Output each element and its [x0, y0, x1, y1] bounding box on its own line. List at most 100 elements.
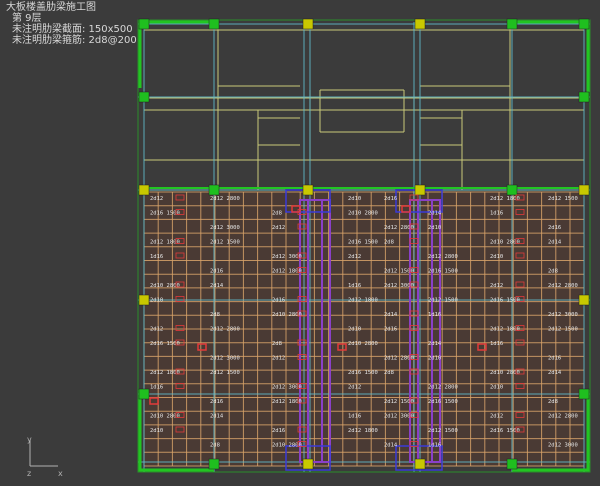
rebar-label: 2d10 2800	[150, 283, 180, 289]
ucs-x-label: x	[58, 469, 63, 478]
rebar-label: 2d12 1800	[348, 298, 378, 304]
rebar-label: 2d14	[384, 443, 398, 449]
floor-plan-drawing[interactable]: 2d12 2d12 2800 2d10 2d16 2d12 1800 2d12 1500 2…	[0, 0, 600, 482]
column-green	[208, 184, 220, 196]
column-yellow	[138, 294, 150, 306]
rebar-label: 1d16	[490, 341, 503, 347]
rebar-label: 2d12 1800	[490, 327, 520, 333]
ucs-icon: y z x	[27, 435, 63, 478]
rebar-label: 2d10	[490, 254, 503, 260]
column-green	[506, 18, 518, 30]
rebar-label: 2d16	[210, 399, 223, 405]
rebar-label: 2d8	[272, 211, 282, 217]
rebar-label: 2d12	[490, 283, 503, 289]
rebar-label: 2d14	[210, 414, 224, 420]
column-green	[138, 388, 150, 400]
column-green	[506, 184, 518, 196]
rebar-label: 2d12	[348, 254, 361, 260]
rebar-label: 2d12	[348, 385, 361, 391]
rebar-label: 2d14	[548, 240, 562, 246]
rebar-label: 1d16	[348, 414, 361, 420]
rebar-label: 2d12 1500	[384, 399, 414, 405]
rebar-label: 2d10	[348, 327, 361, 333]
rebar-label: 2d12 3000	[210, 356, 240, 362]
rebar-label: 1d16	[490, 211, 503, 217]
floor-number: 第 9层	[12, 13, 42, 24]
rebar-label: 2d14	[428, 211, 442, 217]
rebar-label: 2d16	[384, 327, 397, 333]
rebar-label: 1d16	[348, 283, 361, 289]
rebar-label: 2d12 1500	[548, 327, 578, 333]
rebar-label: 2d10 2800	[348, 211, 378, 217]
rebar-label: 2d16	[272, 428, 285, 434]
rebar-label: 2d16	[548, 225, 561, 231]
column-green	[578, 91, 590, 103]
rebar-label: 2d10	[150, 298, 163, 304]
rebar-label: 2d16 1500	[490, 428, 520, 434]
rebar-label: 2d12 3000	[272, 254, 302, 260]
column-green	[208, 458, 220, 470]
column-green	[578, 388, 590, 400]
section-note: 未注明肋梁截面: 150x500	[12, 24, 133, 35]
rebar-label: 2d8	[384, 370, 394, 376]
ucs-z-label: z	[27, 469, 31, 478]
rebar-label: 2d14	[384, 312, 398, 318]
wall-top-left	[138, 20, 214, 88]
rebar-label: 1d16	[428, 443, 441, 449]
rebar-label: 2d8	[210, 443, 220, 449]
rebar-label: 2d10	[428, 225, 441, 231]
rebar-label: 2d16 1500	[348, 240, 378, 246]
rebar-label: 2d16	[272, 298, 285, 304]
rebar-label: 2d12 2800	[210, 196, 240, 202]
rebar-label: 2d10	[428, 356, 441, 362]
column-yellow	[302, 184, 314, 196]
column-green	[578, 18, 590, 30]
rebar-label: 2d12	[150, 196, 163, 202]
rebar-label: 2d12 2800	[210, 327, 240, 333]
rebar-label: 2d12 1800	[272, 399, 302, 405]
rebar-label: 2d12 1800	[490, 196, 520, 202]
ucs-y-label: y	[27, 435, 32, 444]
rebar-label: 2d16 1500	[150, 211, 180, 217]
rebar-label: 2d12 1500	[428, 298, 458, 304]
rebar-label: 2d12 1500	[548, 196, 578, 202]
column-yellow	[302, 18, 314, 30]
rebar-note: 未注明肋梁箍筋: 2d8@200	[12, 35, 137, 46]
cad-viewport[interactable]: 2d12 2d12 2800 2d10 2d16 2d12 1800 2d12 1500 2…	[0, 0, 600, 482]
rebar-label: 2d12 1500	[210, 240, 240, 246]
column-yellow	[138, 184, 150, 196]
rebar-label: 2d16 1500	[428, 269, 458, 275]
rebar-label: 2d12	[150, 327, 163, 333]
column-yellow	[302, 458, 314, 470]
rebar-label: 2d12 1800	[150, 240, 180, 246]
rebar-label: 2d16	[548, 356, 561, 362]
rebar-label: 2d12 3000	[548, 443, 578, 449]
rebar-label: 2d10 2800	[150, 414, 180, 420]
rebar-label: 2d12	[272, 356, 285, 362]
rebar-label: 2d16 1500	[428, 399, 458, 405]
rebar-label: 2d14	[548, 370, 562, 376]
column-yellow	[578, 294, 590, 306]
rebar-label: 2d16	[384, 196, 397, 202]
rebar-label: 2d8	[548, 399, 558, 405]
rebar-label: 2d12 3000	[384, 283, 414, 289]
rebar-label: 2d12 2800	[548, 283, 578, 289]
wall-top-right	[512, 20, 590, 92]
rebar-label: 2d10 2800	[272, 312, 302, 318]
rebar-label: 2d12 1500	[384, 269, 414, 275]
rebar-label: 2d12 2800	[384, 225, 414, 231]
rebar-label: 2d12 3000	[210, 225, 240, 231]
column-yellow	[414, 458, 426, 470]
rebar-label: 2d12 2800	[548, 414, 578, 420]
rebar-label: 1d16	[150, 254, 163, 260]
rebar-label: 2d12	[490, 414, 503, 420]
rebar-label: 2d12 3000	[548, 312, 578, 318]
rebar-label: 2d12 3000	[272, 385, 302, 391]
drawing-title: 大板楼盖肋梁施工图	[6, 2, 96, 13]
column-yellow	[414, 184, 426, 196]
rebar-label: 2d16 1500	[490, 298, 520, 304]
rebar-label: 2d12 2800	[428, 254, 458, 260]
column-yellow	[414, 18, 426, 30]
rebar-label: 2d12 1500	[210, 370, 240, 376]
rebar-label: 2d10 2800	[490, 240, 520, 246]
